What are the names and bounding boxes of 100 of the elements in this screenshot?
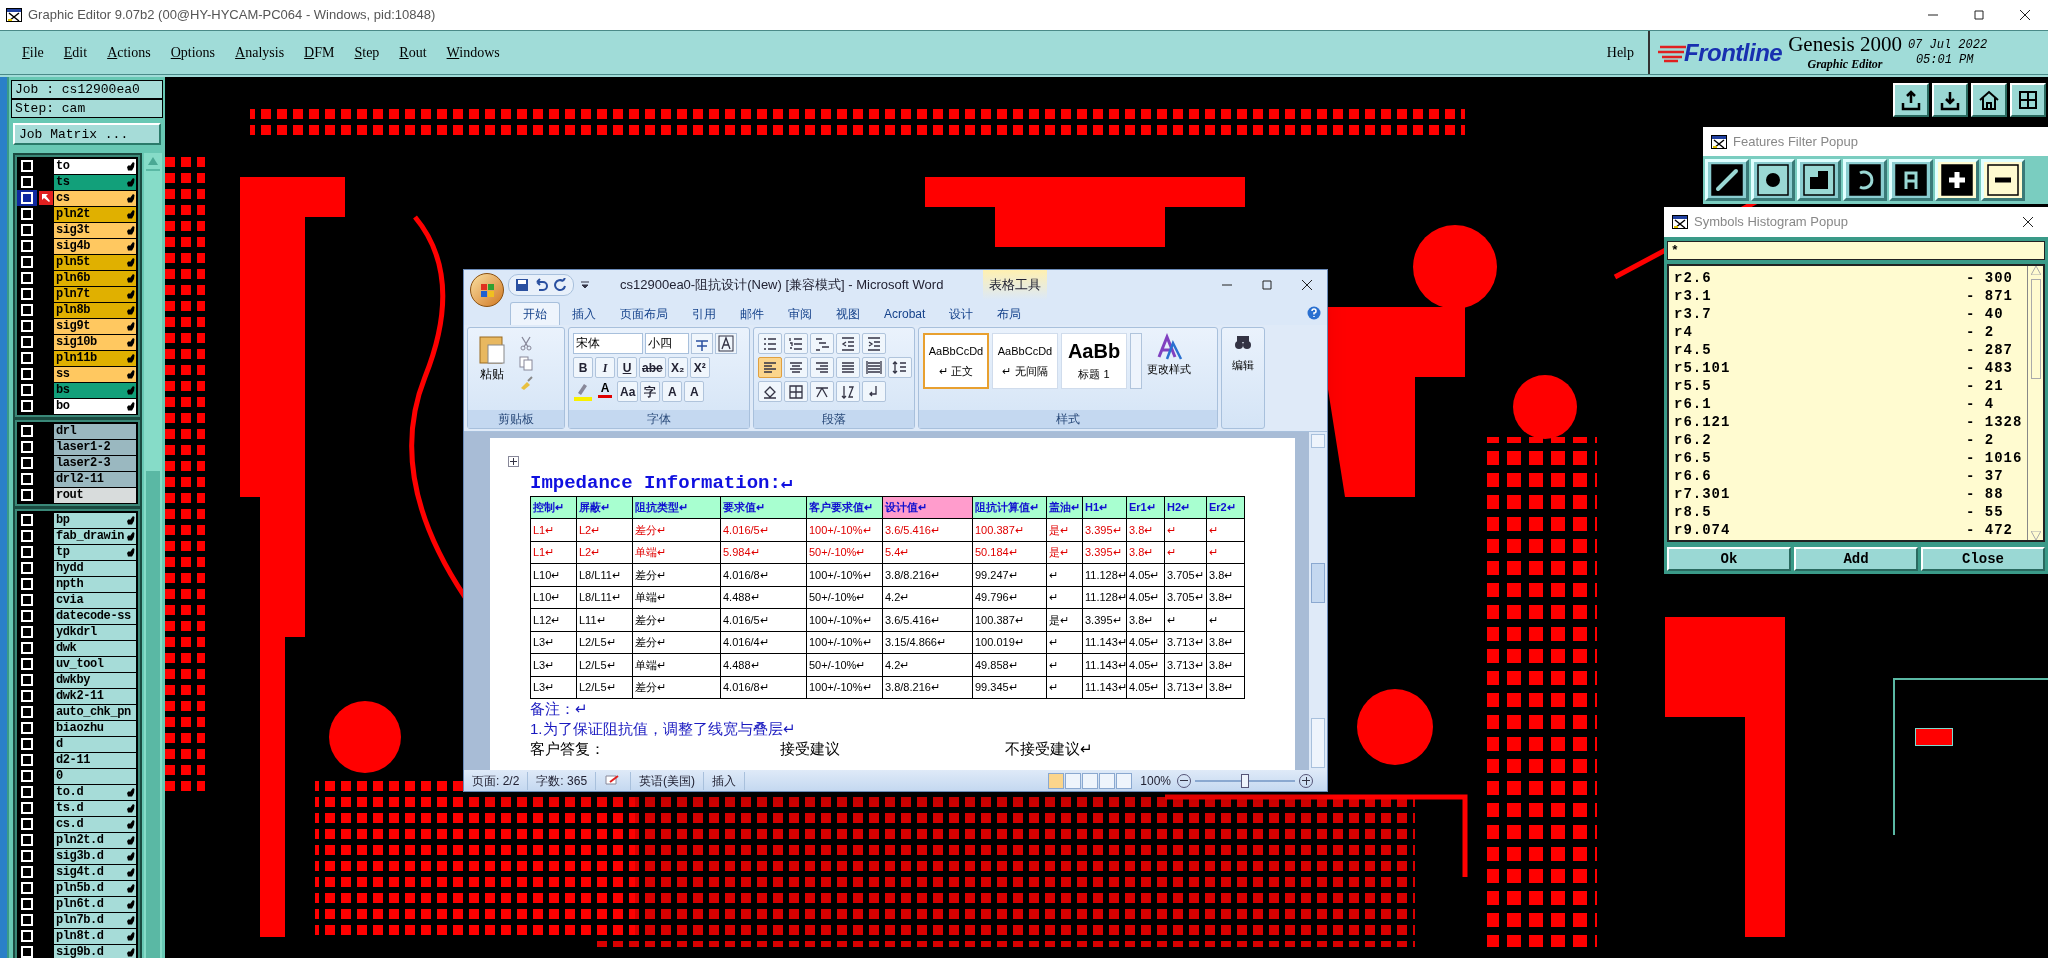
layer-name[interactable]: dwk xyxy=(54,640,136,656)
format-button[interactable]: X² xyxy=(689,357,710,378)
job-matrix-button[interactable]: Job Matrix ... xyxy=(13,123,161,145)
dropdown-icon[interactable] xyxy=(580,280,590,290)
layer-checkbox[interactable] xyxy=(21,578,33,590)
layer-checkbox[interactable] xyxy=(21,914,33,926)
layer-name[interactable]: auto_chk_pn xyxy=(54,704,136,720)
ribbon-tab[interactable]: 审阅 xyxy=(776,302,824,325)
layer-checkbox[interactable] xyxy=(21,898,33,910)
layer-checkbox[interactable] xyxy=(21,754,33,766)
layer-name[interactable]: pln7b.d xyxy=(54,912,136,928)
layer-checkbox[interactable] xyxy=(21,882,33,894)
scrollbar[interactable] xyxy=(2027,266,2043,540)
ribbon-tab[interactable]: 设计 xyxy=(937,302,986,325)
layer-checkbox[interactable] xyxy=(21,352,33,364)
layer-name[interactable]: d xyxy=(54,736,136,752)
layer-name[interactable]: laser1-2 xyxy=(54,439,136,455)
highlighter-icon[interactable] xyxy=(573,381,593,402)
layer-name[interactable]: pln7t xyxy=(54,286,136,302)
layer-checkbox[interactable] xyxy=(21,514,33,526)
center-icon[interactable] xyxy=(784,357,808,378)
layer-name[interactable]: bs xyxy=(54,382,136,398)
ribbon-tab[interactable]: 视图 xyxy=(824,302,872,325)
layer-name[interactable]: biaozhu xyxy=(54,720,136,736)
layer-name[interactable]: ydkdrl xyxy=(54,624,136,640)
help-menu[interactable]: Help xyxy=(1606,42,1634,63)
layer-checkbox[interactable] xyxy=(21,176,33,188)
layer-name[interactable]: sig4b xyxy=(54,238,136,254)
font-size-field[interactable]: 小四 xyxy=(645,333,689,354)
multi-icon[interactable] xyxy=(810,333,834,354)
layer-checkbox[interactable] xyxy=(21,786,33,798)
layer-name[interactable]: hydd xyxy=(54,560,136,576)
layer-name[interactable]: uv_tool xyxy=(54,656,136,672)
surface-icon[interactable] xyxy=(1797,159,1841,201)
ribbon-tab[interactable]: 插入 xyxy=(560,302,608,325)
menu-item[interactable]: Rout xyxy=(399,42,427,63)
layer-checkbox[interactable] xyxy=(21,304,33,316)
layer-checkbox[interactable] xyxy=(21,658,33,670)
layer-name[interactable]: sig3t xyxy=(54,222,136,238)
scrollbar[interactable] xyxy=(1309,432,1327,770)
layer-checkbox[interactable] xyxy=(21,610,33,622)
scroll-thumb[interactable] xyxy=(2030,279,2041,379)
scissors-icon[interactable] xyxy=(518,335,534,351)
ribbon-tab[interactable]: 引用 xyxy=(680,302,728,325)
layer-name[interactable]: drl xyxy=(54,423,136,439)
layer-name[interactable]: tp xyxy=(54,544,136,560)
layer-name[interactable]: pln8b xyxy=(54,302,136,318)
layer-name[interactable]: to xyxy=(54,158,136,174)
format-button[interactable]: A xyxy=(662,381,683,402)
menu-item[interactable]: Edit xyxy=(63,42,88,63)
layer-name[interactable]: bp xyxy=(54,512,136,528)
tray-up-icon[interactable] xyxy=(1893,83,1929,117)
format-button[interactable]: abe xyxy=(639,357,666,378)
layer-name[interactable]: ts.d xyxy=(54,800,136,816)
layer-checkbox[interactable] xyxy=(21,208,33,220)
popup-button[interactable]: Add xyxy=(1794,547,1918,571)
layer-name[interactable]: datecode-ss xyxy=(54,608,136,624)
layer-name[interactable]: pln6b xyxy=(54,270,136,286)
layer-name[interactable]: cs.d xyxy=(54,816,136,832)
layer-name[interactable]: sig4t.d xyxy=(54,864,136,880)
scrollbar[interactable] xyxy=(144,153,162,958)
menu-item[interactable]: Options xyxy=(170,42,216,63)
help-icon[interactable] xyxy=(1307,306,1321,320)
layer-checkbox[interactable] xyxy=(21,722,33,734)
popup-button[interactable]: Ok xyxy=(1667,547,1791,571)
layer-name[interactable]: bo xyxy=(54,398,136,414)
layer-name[interactable]: drl2-11 xyxy=(54,471,136,487)
layer-checkbox[interactable] xyxy=(21,738,33,750)
format-button[interactable]: X₂ xyxy=(667,357,688,378)
layer-checkbox[interactable] xyxy=(21,706,33,718)
font-color-button[interactable]: A xyxy=(595,381,615,402)
layer-name[interactable]: sig9t xyxy=(54,318,136,334)
layer-checkbox[interactable] xyxy=(21,866,33,878)
layer-name[interactable]: fab_drawin xyxy=(54,528,136,544)
layer-checkbox[interactable] xyxy=(21,224,33,236)
filter-field[interactable]: * xyxy=(1667,241,2045,260)
layer-checkbox[interactable] xyxy=(21,256,33,268)
plus-icon[interactable] xyxy=(1935,159,1979,201)
layer-checkbox[interactable] xyxy=(21,489,33,501)
layer-name[interactable]: laser2-3 xyxy=(54,455,136,471)
layer-checkbox[interactable] xyxy=(21,320,33,332)
layer-checkbox[interactable] xyxy=(21,770,33,782)
layer-checkbox[interactable] xyxy=(21,288,33,300)
layer-checkbox[interactable] xyxy=(21,562,33,574)
redo-icon[interactable] xyxy=(553,278,567,292)
change-styles-button[interactable]: 更改样式 xyxy=(1147,333,1191,410)
marks-icon[interactable] xyxy=(862,381,886,402)
layer-checkbox[interactable] xyxy=(21,546,33,558)
layer-checkbox[interactable] xyxy=(21,336,33,348)
style-swatch[interactable]: AaBbCcDd ↵ 正文 xyxy=(923,333,989,389)
popup-button[interactable]: Close xyxy=(1921,547,2045,571)
style-swatch[interactable]: AaBb 标题 1 xyxy=(1061,333,1127,389)
layer-checkbox[interactable] xyxy=(21,642,33,654)
layer-name[interactable]: pln2t.d xyxy=(54,832,136,848)
character-border-icon[interactable] xyxy=(715,333,737,354)
layer-name[interactable]: dwk2-11 xyxy=(54,688,136,704)
justify-icon[interactable] xyxy=(836,357,860,378)
borders-icon[interactable] xyxy=(784,381,808,402)
menu-item[interactable]: Step xyxy=(354,42,380,63)
zoom-slider-thumb[interactable] xyxy=(1241,773,1249,788)
